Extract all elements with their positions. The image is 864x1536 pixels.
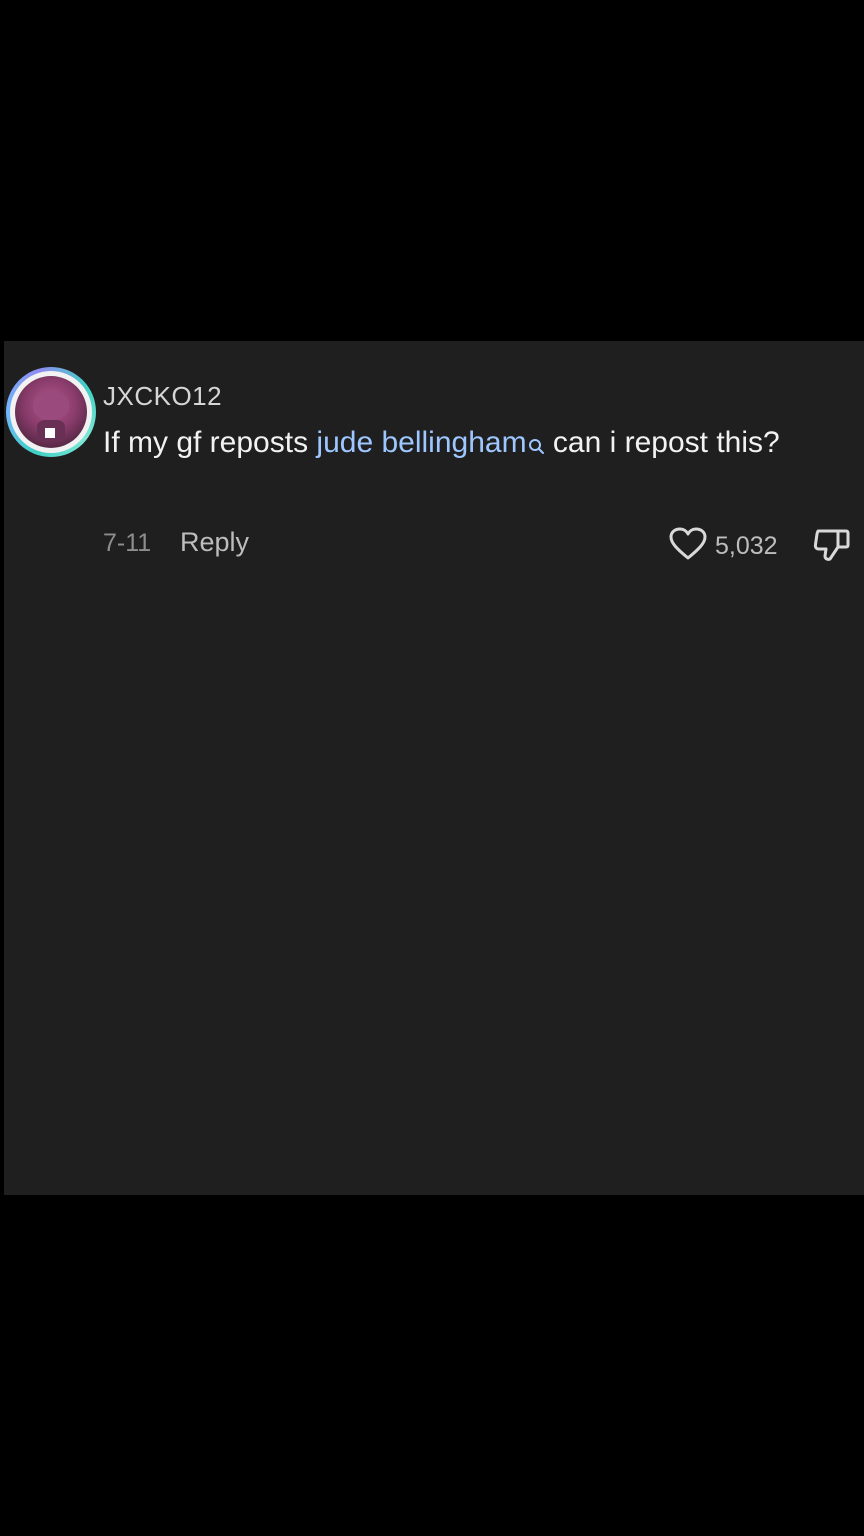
like-button[interactable]: 5,032 xyxy=(669,527,778,566)
avatar[interactable] xyxy=(6,367,96,457)
search-icon[interactable] xyxy=(527,425,545,454)
comment-text-after: can i repost this? xyxy=(544,426,780,459)
comment-text-before: If my gf reposts xyxy=(103,426,317,459)
reply-button[interactable]: Reply xyxy=(180,527,249,558)
thumbs-down-icon xyxy=(812,529,852,567)
dislike-button[interactable] xyxy=(812,527,852,568)
heart-icon xyxy=(669,527,707,566)
avatar-photo xyxy=(15,376,87,448)
comment-username[interactable]: JXCKO12 xyxy=(103,381,222,412)
mention-link[interactable]: jude bellingham xyxy=(316,426,526,459)
comment-text: If my gf reposts jude bellingham can i r… xyxy=(103,421,823,465)
comment-panel: JXCKO12 If my gf reposts jude bellingham… xyxy=(4,341,864,1195)
comment-date: 7-11 xyxy=(103,529,152,557)
like-count: 5,032 xyxy=(715,532,778,560)
avatar-ring xyxy=(10,371,92,453)
